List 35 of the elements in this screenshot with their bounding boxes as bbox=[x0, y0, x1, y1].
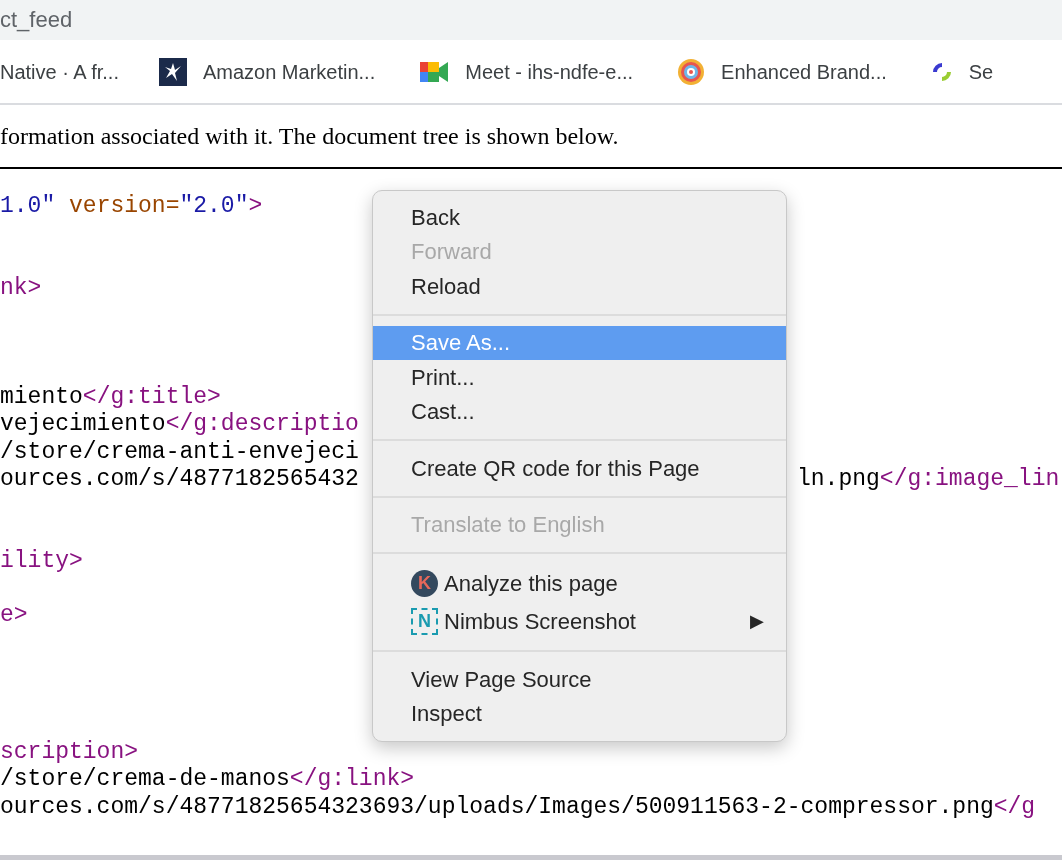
code-text: ources.com/s/4877182565432 bbox=[0, 465, 359, 492]
menu-item[interactable]: K Analyze this page bbox=[373, 564, 786, 602]
code-text: e> bbox=[0, 602, 28, 629]
menu-item[interactable]: Create QR code for this Page bbox=[373, 451, 786, 486]
code-text: /store/crema-anti-envejeci bbox=[0, 438, 359, 465]
extension-icon: K bbox=[411, 569, 438, 597]
code-text: /store/crema-de-manos</g:link> bbox=[0, 766, 415, 793]
address-text[interactable]: ct_feed bbox=[0, 9, 73, 31]
code-text: nk> bbox=[0, 274, 42, 301]
menu-item[interactable]: Reload bbox=[373, 269, 786, 304]
bookmark-link[interactable]: Enhanced Brand... bbox=[721, 56, 887, 87]
bookmark-link[interactable]: Meet - ihs-ndfe-e... bbox=[465, 56, 634, 87]
menu-item[interactable]: View Page Source bbox=[373, 662, 786, 697]
menu-item[interactable]: Cast... bbox=[373, 394, 786, 429]
menu-item[interactable]: N Nimbus Screenshot ▶ bbox=[373, 602, 786, 640]
bookmark-link[interactable]: Native · A fr... bbox=[0, 56, 119, 87]
menu-item[interactable]: Back bbox=[373, 200, 786, 235]
target-icon bbox=[677, 57, 706, 86]
submenu-arrow-icon: ▶ bbox=[750, 607, 764, 635]
bookmark-link[interactable]: Se bbox=[968, 56, 994, 87]
video-camera-icon bbox=[419, 59, 450, 84]
code-text: miento</g:title> bbox=[0, 384, 221, 411]
ring-icon bbox=[930, 60, 953, 83]
menu-item[interactable]: Print... bbox=[373, 360, 786, 395]
extension-icon: N bbox=[411, 607, 438, 635]
code-text: ility> bbox=[0, 547, 83, 574]
code-text: scription> bbox=[0, 738, 139, 765]
code-text: ln.png</g:image_lin bbox=[797, 465, 1060, 494]
code-text: vejecimiento</g:descriptio bbox=[0, 411, 359, 438]
intro-text: formation associated with it. The document tree is shown below. bbox=[0, 122, 619, 151]
code-text: ources.com/s/48771825654323693/uploads/Images/500911563-2-compressor.png</g bbox=[0, 793, 1036, 820]
bookmark-link[interactable]: Amazon Marketin... bbox=[202, 56, 376, 87]
code-text: 1.0" version="2.0"> bbox=[0, 193, 263, 219]
menu-item[interactable]: Inspect bbox=[373, 696, 786, 731]
bookmark-icon bbox=[158, 57, 187, 86]
